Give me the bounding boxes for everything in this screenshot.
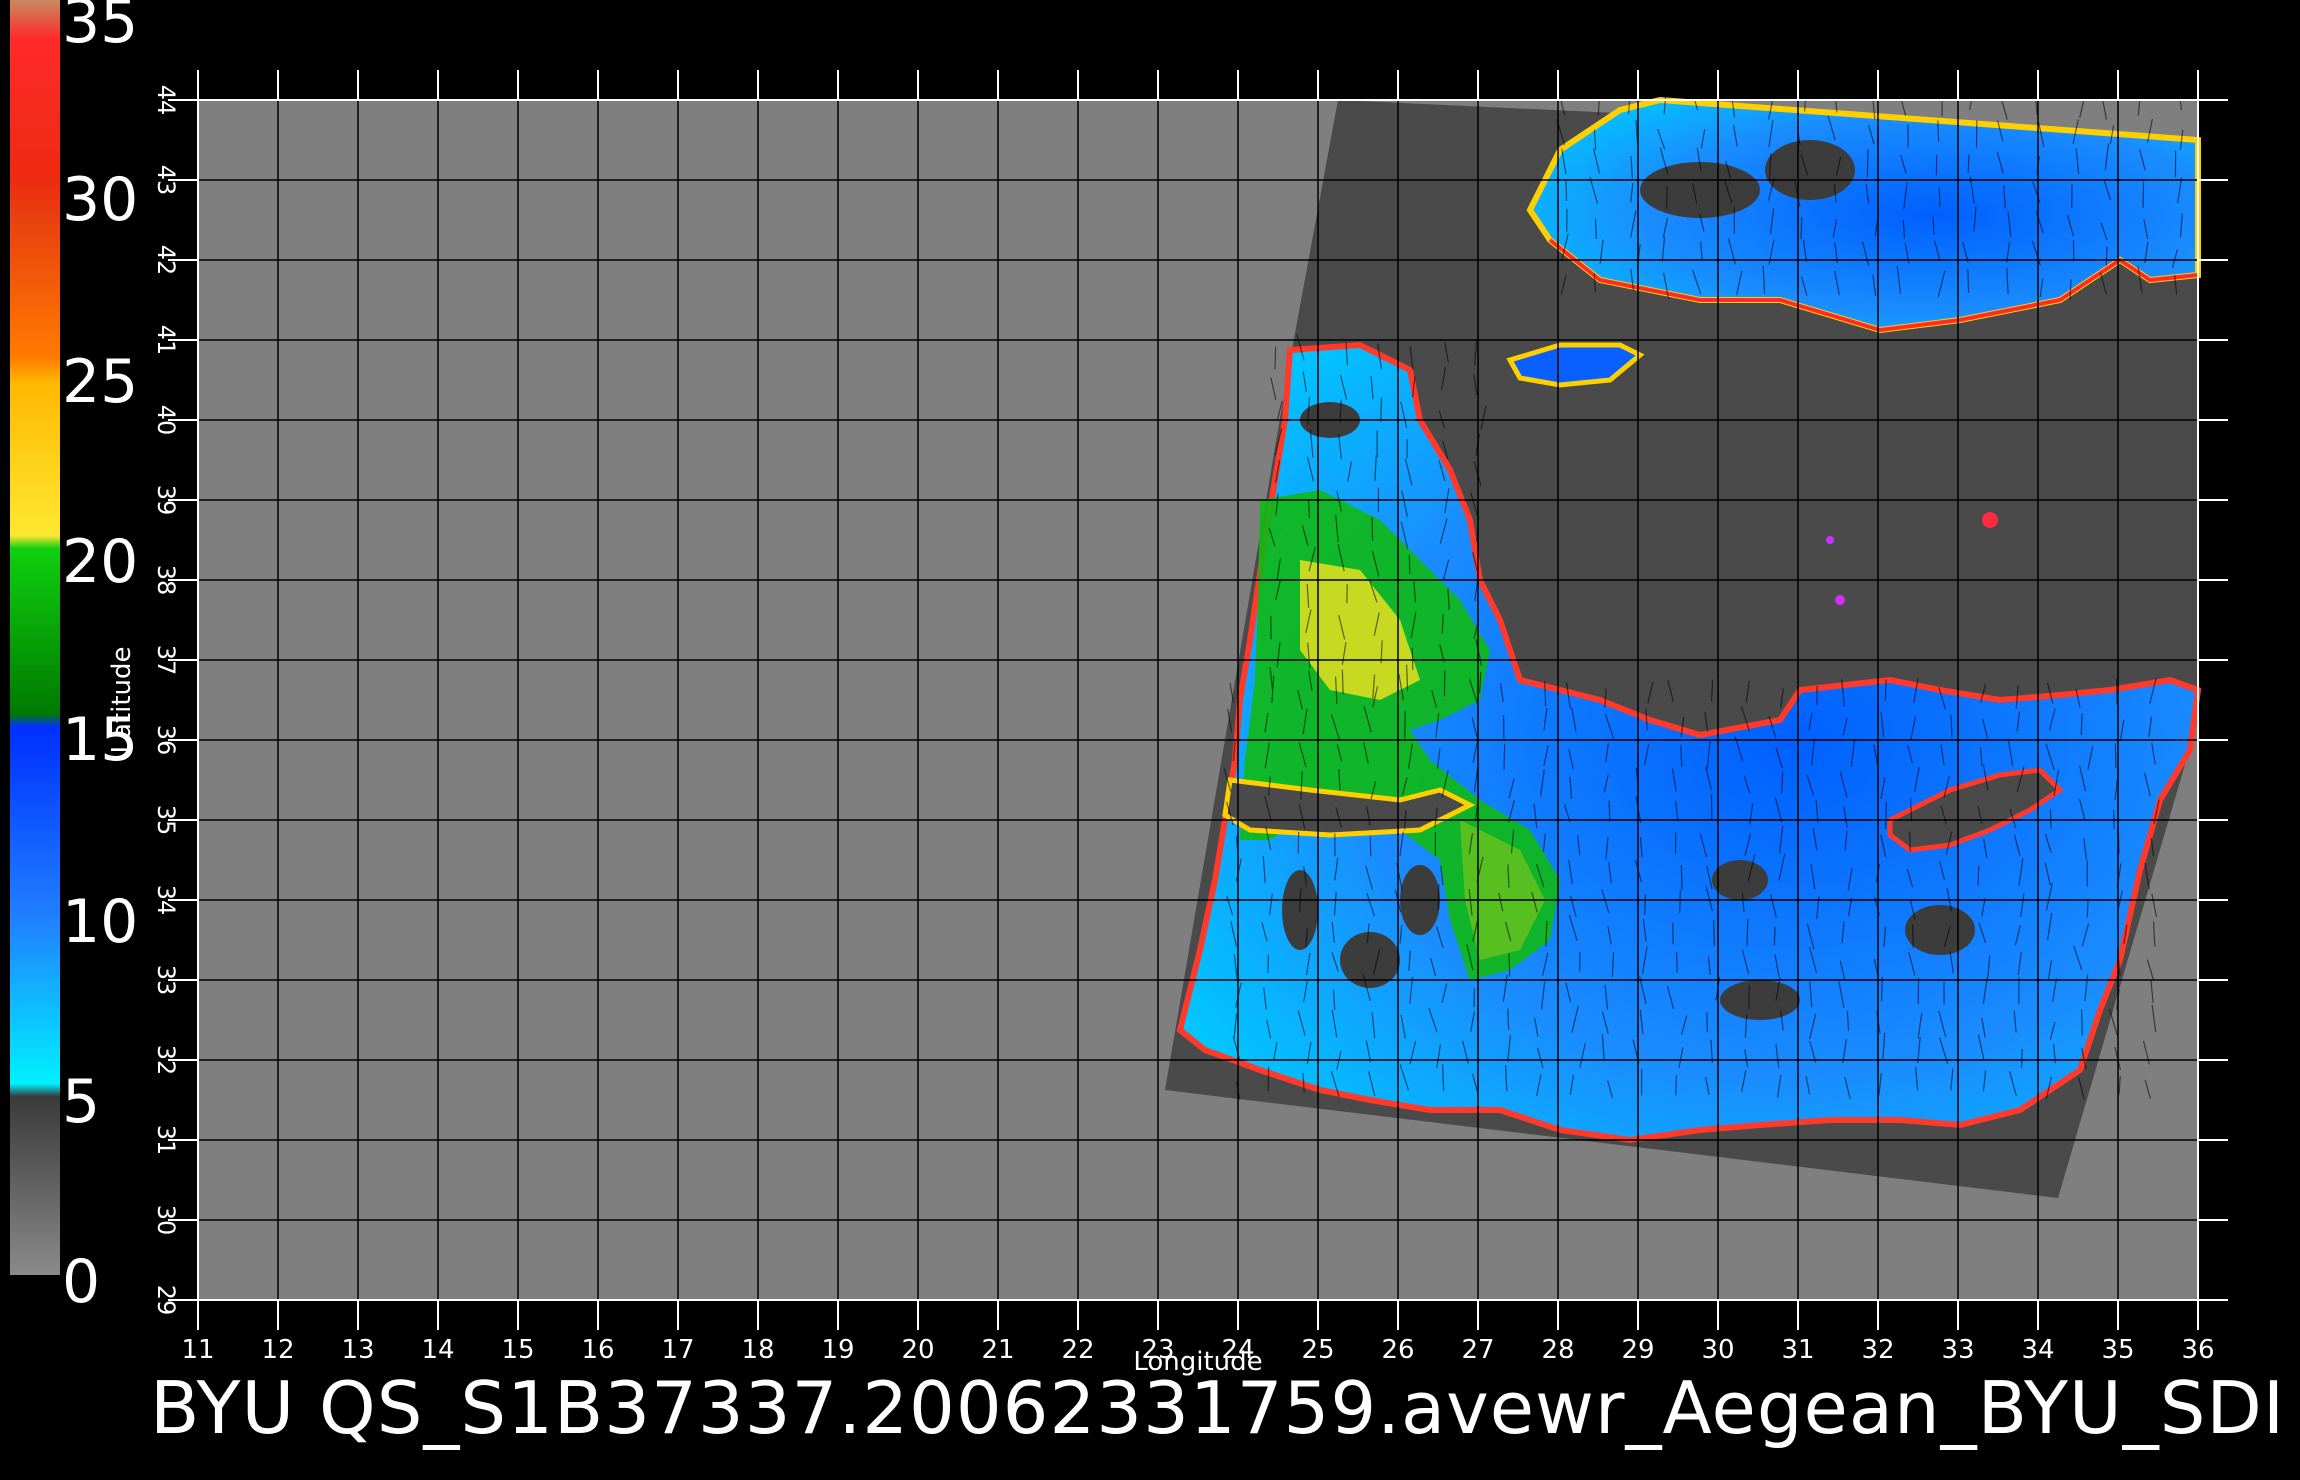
wind-vector [1680, 865, 1683, 890]
wind-vector [1967, 269, 1970, 293]
wind-vector [1746, 919, 1749, 946]
x-tick-label: 22 [1061, 1335, 1094, 1365]
wind-vector [1508, 953, 1511, 977]
y-tick-label: 35 [152, 805, 180, 836]
y-tick-label: 36 [152, 725, 180, 756]
x-tick-label: 11 [181, 1335, 214, 1365]
x-tick-label: 30 [1701, 1335, 1734, 1365]
wind-vector [1644, 894, 1647, 916]
x-tick-label: 15 [501, 1335, 534, 1365]
wind-vector [1706, 1012, 1709, 1033]
y-tick-label: 41 [152, 325, 180, 356]
colorbar-label-35: 35 [62, 0, 139, 57]
wind-vector [1937, 120, 1940, 142]
colorbar-label-5: 5 [62, 1067, 101, 1137]
wind-vector [1675, 951, 1678, 973]
x-tick-label: 31 [1781, 1335, 1814, 1365]
colorbar-label-20: 20 [62, 527, 139, 597]
x-tick-label: 29 [1621, 1335, 1654, 1365]
land-patch [1640, 162, 1760, 218]
y-tick-label: 39 [152, 485, 180, 516]
wind-speed-map: 11 12 13 14 15 16 17 18 19 20 21 22 23 24 25 26 27 28 29 30… [10, 0, 2228, 1377]
wind-vector [1866, 149, 1869, 178]
wind-vector [1967, 154, 1970, 174]
colorbar-label-30: 30 [62, 165, 139, 235]
wind-vector [2020, 1048, 2023, 1068]
x-tick-label: 13 [341, 1335, 374, 1365]
wind-vector [1665, 186, 1668, 209]
wind-vector [2114, 743, 2117, 768]
wind-vector [1437, 883, 1440, 911]
wind-vector [2086, 898, 2089, 918]
x-tick-label: 36 [2181, 1335, 2214, 1365]
x-tick-label: 26 [1381, 1335, 1414, 1365]
land-patch [1765, 140, 1855, 200]
wind-vector [1341, 669, 1344, 695]
wind-vector [1380, 397, 1383, 422]
y-tick-label: 38 [152, 565, 180, 596]
colorbar-label-15: 15 [62, 705, 139, 775]
land-patch [1712, 860, 1768, 900]
y-tick-label: 42 [152, 245, 180, 276]
x-tick-label: 32 [1861, 1335, 1894, 1365]
wind-vector [2080, 1009, 2083, 1036]
y-tick-label: 30 [152, 1205, 180, 1236]
y-tick-label: 31 [152, 1125, 180, 1156]
y-tick-label: 32 [152, 1045, 180, 1076]
x-tick-label: 25 [1301, 1335, 1334, 1365]
small-island [1835, 595, 1845, 605]
wind-vector [1608, 800, 1611, 822]
wind-vector [1977, 865, 1980, 887]
x-tick-label: 20 [901, 1335, 934, 1365]
x-tick-label: 21 [981, 1335, 1014, 1365]
x-tick-label: 19 [821, 1335, 854, 1365]
small-island [1982, 512, 1998, 528]
y-tick-label: 43 [152, 165, 180, 196]
colorbar [10, 0, 60, 1275]
x-tick-label: 33 [1941, 1335, 1974, 1365]
y-tick-label: 33 [152, 965, 180, 996]
x-tick-label: 16 [581, 1335, 614, 1365]
wind-vector [1908, 831, 1911, 852]
x-tick-label: 34 [2021, 1335, 2054, 1365]
x-tick-label: 18 [741, 1335, 774, 1365]
wind-vector [1938, 187, 1941, 207]
colorbar-label-10: 10 [62, 887, 139, 957]
x-tick-label: 17 [661, 1335, 694, 1365]
colorbar-label-0: 0 [62, 1247, 101, 1317]
wind-vector [1911, 924, 1914, 949]
y-tick-label: 40 [152, 405, 180, 436]
small-island [1826, 536, 1834, 544]
x-tick-label: 14 [421, 1335, 454, 1365]
colorbar-label-25: 25 [62, 347, 139, 417]
wind-vector [1800, 217, 1803, 240]
x-tick-label: 35 [2101, 1335, 2134, 1365]
x-tick-label: 27 [1461, 1335, 1494, 1365]
wind-vector [2105, 246, 2108, 266]
wind-vector [2142, 181, 2145, 208]
y-tick-label: 34 [152, 885, 180, 916]
wind-vector [1503, 743, 1506, 770]
wind-vector [1274, 346, 1277, 370]
land-patch [1720, 980, 1800, 1020]
x-tick-label: 28 [1541, 1335, 1574, 1365]
y-tick-label: 37 [152, 645, 180, 676]
colorbar-gradient [10, 0, 60, 1275]
wind-vector [1773, 926, 1776, 946]
x-tick-label: 12 [261, 1335, 294, 1365]
land-patch [1905, 905, 1975, 955]
wind-vector [1679, 890, 1682, 914]
wind-vector [1675, 1075, 1677, 1096]
footer-title: BYU QS_S1B37337.20062331759.avewr_Aegean… [150, 1366, 2286, 1450]
wind-vector [1565, 180, 1568, 201]
